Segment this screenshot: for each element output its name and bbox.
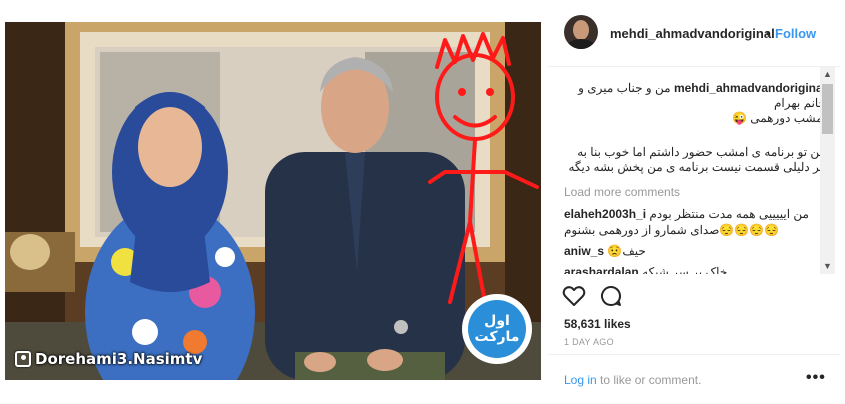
watermark-text: Dorehami3.Nasimtv — [35, 350, 203, 368]
camera-icon — [15, 351, 31, 367]
post-photo[interactable]: Dorehami3.Nasimtv اول مارکت — [5, 22, 541, 380]
header-username[interactable]: mehdi_ahmadvandoriginal — [610, 26, 775, 41]
photo-illustration — [5, 22, 541, 380]
more-options-icon[interactable]: ••• — [806, 369, 826, 387]
comment-username[interactable]: aniw_s — [564, 244, 604, 258]
post-actions: 58,631 likes 1 DAY AGO — [548, 280, 840, 360]
caption-paragraph2: من تو برنامه ی امشب حضور داشتم اما خوب ب… — [568, 145, 826, 174]
comments-section[interactable]: mehdi_ahmadvandoriginal من و جناب میری و… — [548, 67, 838, 274]
comment-item: aniw_s حیف😟 — [564, 243, 826, 259]
scrollbar-thumb[interactable] — [822, 84, 833, 134]
scroll-down-arrow-icon[interactable]: ▼ — [820, 259, 835, 274]
header-separator: • — [766, 26, 771, 41]
post-header: mehdi_ahmadvandoriginal • Follow — [548, 0, 840, 67]
caption-line1: من و جناب میری و — [578, 81, 671, 95]
post-footer: Log in to like or comment. ••• — [548, 354, 840, 404]
post-frame: Dorehami3.Nasimtv اول مارکت mehdi_ahmadv… — [0, 0, 845, 403]
comments-scrollbar[interactable]: ▲ ▼ — [820, 67, 835, 274]
comment-text: خاک بر سر شبکه — [642, 265, 728, 274]
channel-logo-text: اول مارکت — [468, 300, 526, 358]
channel-logo: اول مارکت — [462, 294, 532, 364]
post-age[interactable]: 1 DAY AGO — [564, 337, 614, 347]
login-prompt-text: to like or comment. — [596, 373, 702, 387]
comment-username[interactable]: elaheh2003h_i — [564, 207, 646, 221]
likes-count[interactable]: 58,631 likes — [564, 317, 631, 331]
post-sidebar: mehdi_ahmadvandoriginal • Follow mehdi_a… — [548, 0, 845, 403]
heart-icon[interactable] — [562, 284, 586, 313]
caption-username[interactable]: mehdi_ahmadvandoriginal — [674, 81, 826, 95]
scroll-up-arrow-icon[interactable]: ▲ — [820, 67, 835, 82]
caption-line3: امشب دورهمی 😜 — [731, 111, 826, 125]
comment-item: elaheh2003h_i من ایییییی همه مدت منتظر ب… — [564, 206, 826, 238]
login-link[interactable]: Log in — [564, 373, 597, 387]
login-prompt: Log in to like or comment. — [564, 373, 701, 387]
load-more-comments[interactable]: Load more comments — [564, 185, 680, 199]
comment-username[interactable]: arashardalan — [564, 265, 639, 274]
comment-item: arashardalan خاک بر سر شبکه — [564, 264, 826, 274]
comment-text: حیف😟 — [607, 244, 646, 258]
comment-icon[interactable] — [599, 284, 623, 313]
caption: mehdi_ahmadvandoriginal من و جناب میری و — [564, 81, 826, 96]
caption-line2: خانم بهرام — [774, 96, 826, 110]
watermark: Dorehami3.Nasimtv — [15, 350, 202, 368]
avatar[interactable] — [564, 15, 598, 49]
follow-button[interactable]: Follow — [775, 26, 816, 41]
